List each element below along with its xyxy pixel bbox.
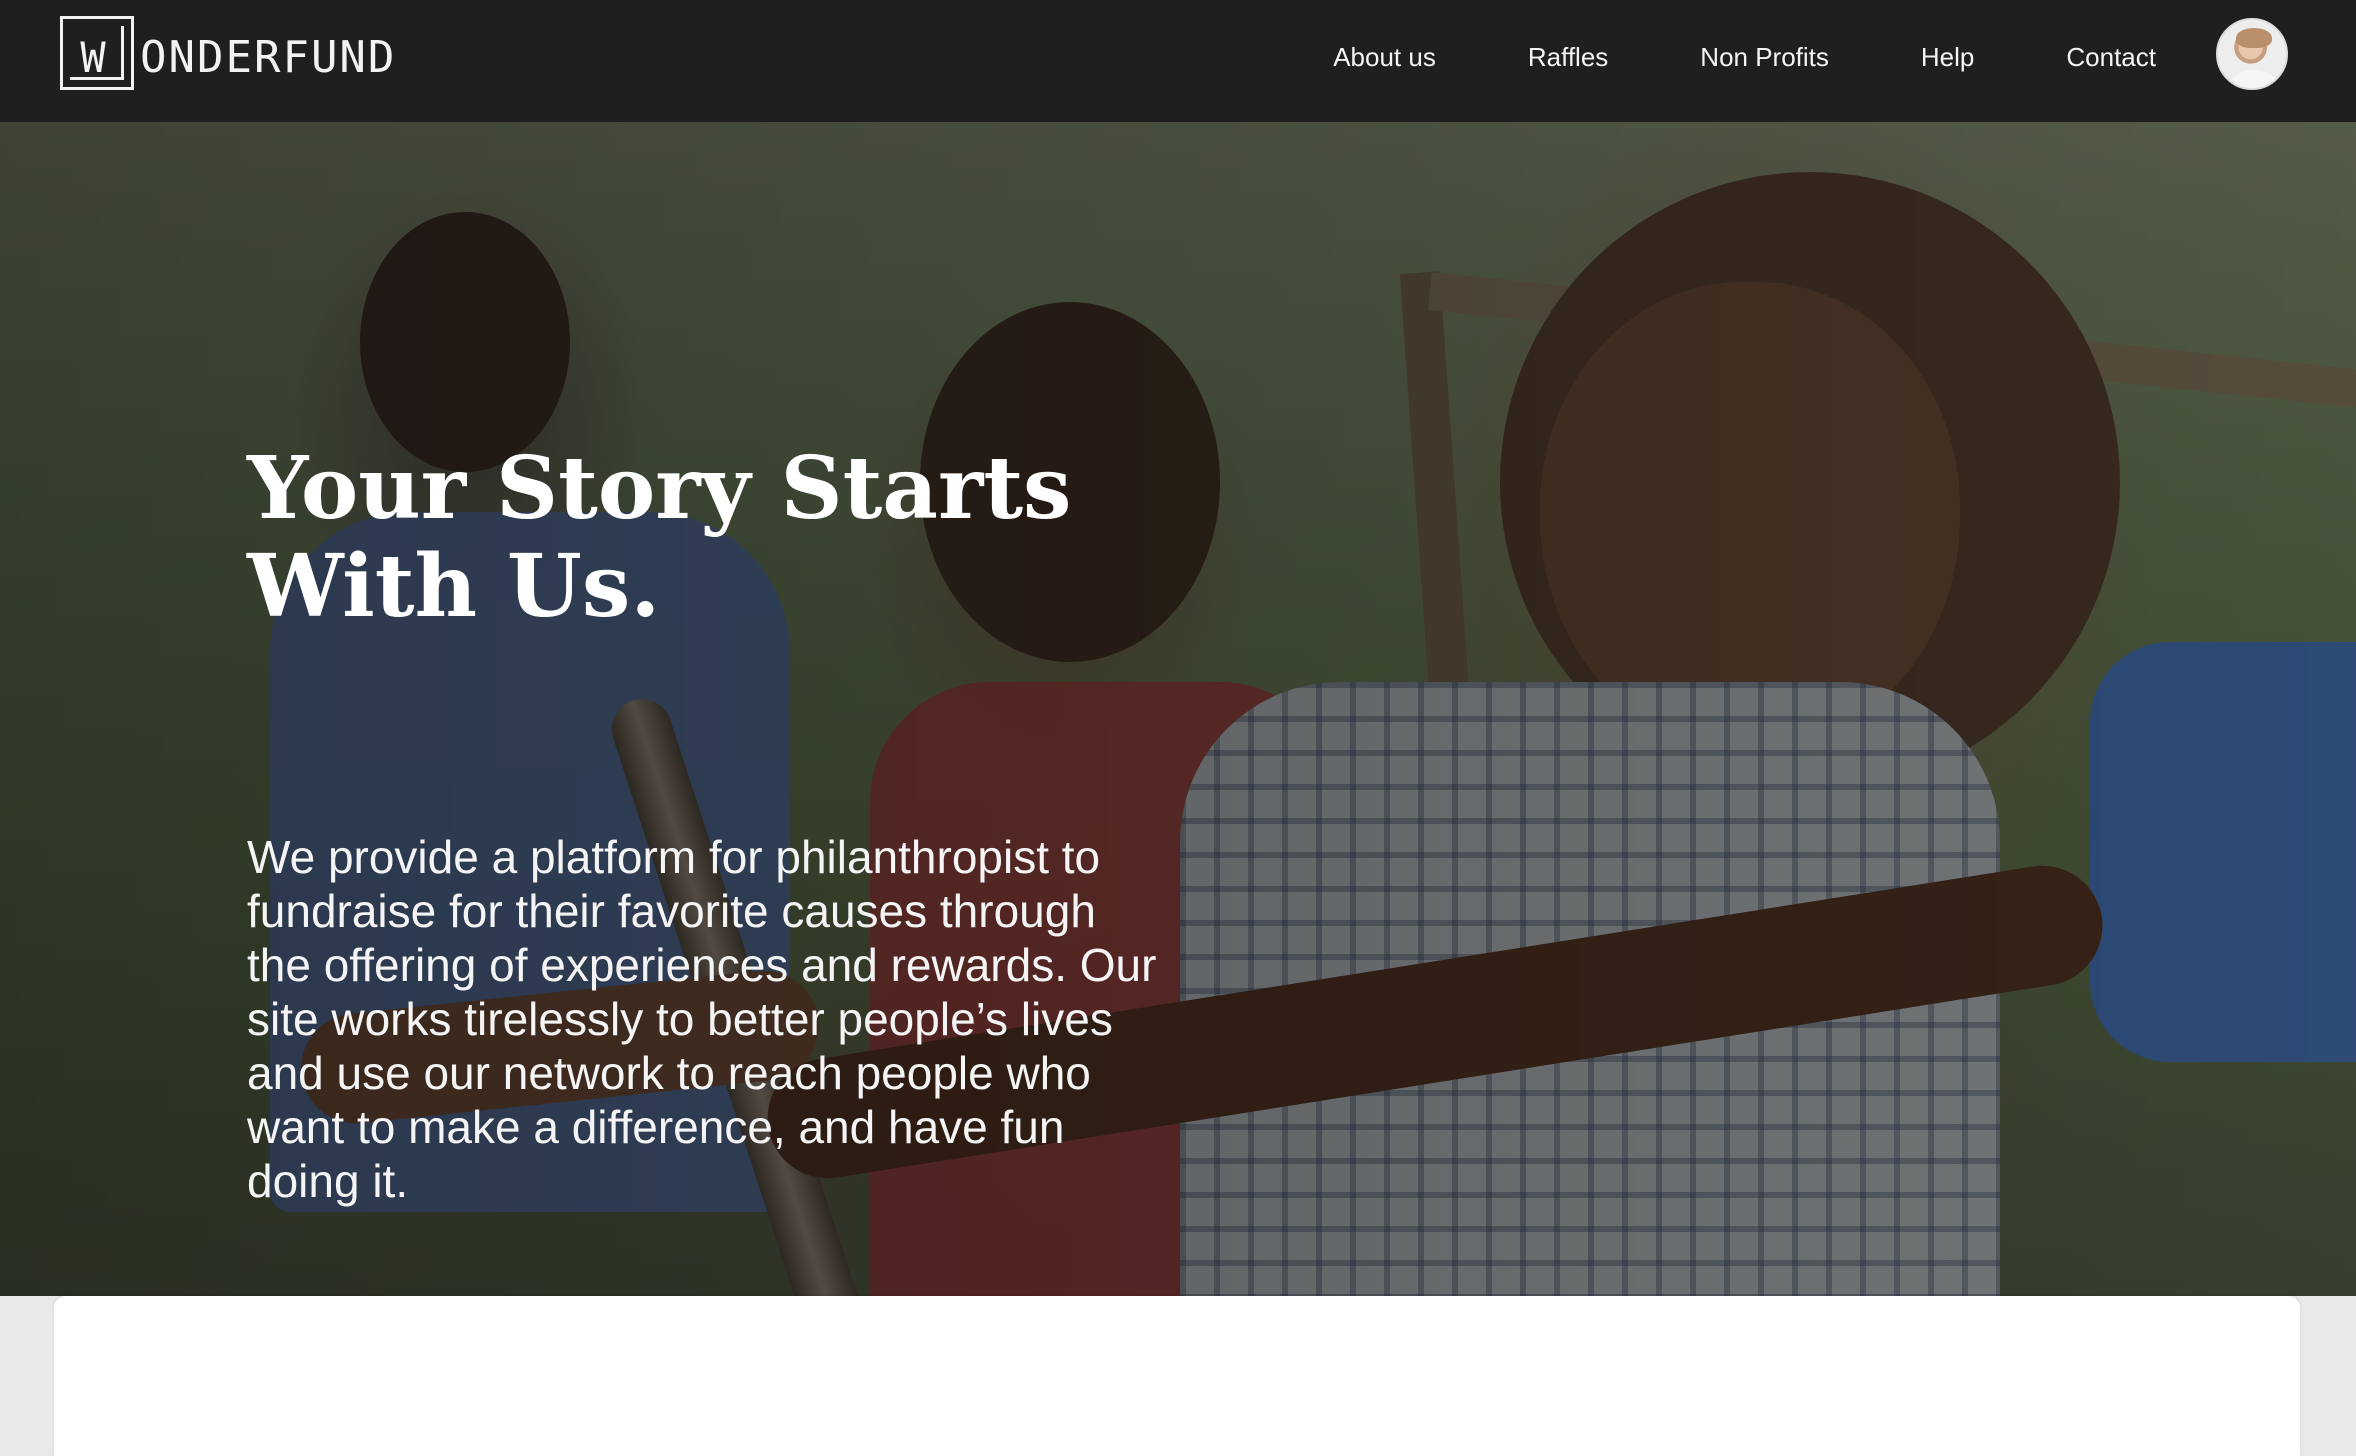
top-navbar: W ONDERFUND About us Raffles Non Profits… (0, 0, 2356, 122)
avatar-hair (2236, 28, 2272, 48)
hero-section: Your Story Starts With Us. We provide a … (0, 122, 2356, 1296)
logo-wordmark: ONDERFUND (140, 32, 397, 83)
logo-mark-icon: W (60, 16, 134, 90)
nav-link-about-us[interactable]: About us (1333, 42, 1436, 73)
user-avatar-icon[interactable] (2216, 18, 2288, 90)
nav-link-raffles[interactable]: Raffles (1528, 42, 1608, 73)
hero-title: Your Story Starts With Us. (247, 438, 1072, 637)
nav-link-contact[interactable]: Contact (2066, 42, 2156, 73)
content-card (54, 1296, 2300, 1456)
hero-description: We provide a platform for philanthropist… (247, 831, 1157, 1207)
nav-link-non-profits[interactable]: Non Profits (1700, 42, 1829, 73)
wonderfund-logo[interactable]: W ONDERFUND (60, 16, 396, 90)
logo-letter: W (80, 32, 106, 82)
avatar-shirt (2230, 70, 2278, 88)
nav-link-help[interactable]: Help (1921, 42, 1974, 73)
main-navigation: About us Raffles Non Profits Help Contac… (1333, 0, 2156, 114)
